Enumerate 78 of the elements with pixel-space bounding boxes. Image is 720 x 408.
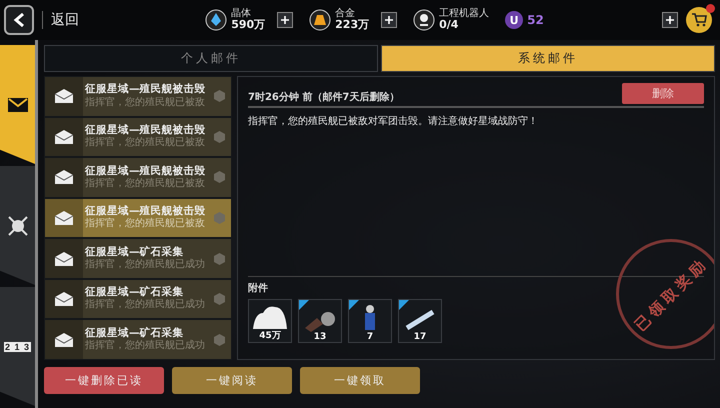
- open-envelope-icon: [54, 169, 74, 186]
- attachment-count: 13: [314, 332, 326, 342]
- envelope-icon: [8, 98, 28, 112]
- mail-title: 征服星域—殖民舰被击毁: [85, 83, 206, 96]
- mail-preview: 指挥官，您的殖民舰已被敌: [85, 137, 206, 150]
- cube-icon: [214, 171, 225, 184]
- back-button[interactable]: [4, 5, 34, 35]
- add-button[interactable]: [662, 12, 678, 28]
- cube-icon: [214, 334, 225, 346]
- action-button[interactable]: 一键删除已读: [44, 367, 164, 394]
- attachment-count: 17: [414, 332, 426, 342]
- resource-label: 晶体: [231, 8, 252, 20]
- ingot-icon: [309, 9, 332, 31]
- robot-icon: [413, 9, 436, 31]
- mail-item[interactable]: 征服星域—殖民舰被击毁 指挥官，您的殖民舰已被敌: [45, 158, 231, 197]
- mail-preview: 指挥官，您的殖民舰已成功: [85, 340, 206, 353]
- mail-title: 征服星域—殖民舰被击毁: [85, 164, 206, 178]
- cart-icon: [691, 13, 708, 27]
- mail-title: 征服星域—殖民舰被击毁: [85, 124, 206, 136]
- mail-preview: 指挥官，您的殖民舰已被敌: [85, 96, 206, 110]
- claimed-stamp: 已领取奖励: [616, 239, 714, 349]
- attachment-item[interactable]: 13: [298, 299, 342, 343]
- mail-title: 征服星域—殖民舰被击毁: [85, 205, 206, 218]
- plus-icon: [280, 15, 290, 25]
- mail-time: 7时26分钟 前（邮件7天后删除）: [248, 90, 400, 104]
- attachment-item[interactable]: 17: [398, 299, 442, 343]
- cube-icon: [214, 90, 225, 102]
- mail-preview: 指挥官，您的殖民舰已被敌: [85, 218, 206, 231]
- cube-icon: [214, 212, 225, 224]
- resource-label: 合金: [335, 8, 356, 20]
- attachment-item[interactable]: 7: [348, 299, 392, 343]
- plus-icon: [384, 15, 394, 25]
- side-tab[interactable]: 2 1 3: [0, 287, 35, 406]
- attachment-count: 45万: [259, 330, 281, 342]
- crystal-icon: [205, 9, 228, 31]
- podium-digits: 2 1 3: [4, 342, 32, 352]
- open-envelope-icon: [54, 210, 74, 226]
- mail-title: 征服星域—矿石采集: [85, 286, 184, 298]
- resource-value: 223万: [335, 19, 370, 32]
- add-button[interactable]: [277, 12, 294, 28]
- add-button[interactable]: [381, 12, 398, 28]
- capsule-rod-icon: [403, 308, 437, 332]
- open-envelope-icon: [54, 332, 74, 348]
- mail-preview: 指挥官，您的殖民舰已成功: [85, 258, 206, 272]
- open-envelope-icon: [54, 291, 74, 308]
- open-envelope-icon: [54, 88, 74, 104]
- resource-value: 590万: [231, 19, 266, 32]
- currency-coin-icon: U: [505, 11, 524, 29]
- back-label[interactable]: 返回: [42, 11, 79, 29]
- mail-item[interactable]: 征服星域—矿石采集 指挥官，您的殖民舰已成功: [45, 320, 231, 360]
- mail-title: 征服星域—矿石采集: [85, 326, 184, 340]
- resource-value: 0/4: [439, 19, 460, 32]
- mail-item[interactable]: 征服星域—殖民舰被击毁 指挥官，您的殖民舰已被敌: [45, 198, 231, 238]
- open-envelope-icon: [54, 128, 74, 145]
- mail-tab[interactable]: 系统邮件: [381, 45, 715, 72]
- mail-tab[interactable]: 个人邮件: [44, 45, 378, 72]
- cube-icon: [214, 252, 225, 265]
- mail-title: 征服星域—矿石采集: [85, 246, 184, 258]
- cube-icon: [214, 130, 225, 143]
- mail-preview: 指挥官，您的殖民舰已被敌: [85, 178, 206, 190]
- resource-label: 工程机器人: [439, 8, 490, 20]
- side-tab[interactable]: [0, 166, 35, 285]
- shop-cart-button[interactable]: [686, 7, 712, 33]
- cube-icon: [214, 293, 225, 306]
- mail-body: 指挥官，您的殖民舰已被敌对军团击毁。请注意做好星域战防守！: [248, 114, 539, 128]
- mail-preview: 指挥官，您的殖民舰已成功: [85, 299, 206, 312]
- attachment-item[interactable]: 45万: [248, 299, 292, 343]
- mail-item[interactable]: 征服星域—矿石采集 指挥官，您的殖民舰已成功: [45, 280, 231, 318]
- mail-item[interactable]: 征服星域—殖民舰被击毁 指挥官，您的殖民舰已被敌: [45, 118, 231, 156]
- attachment-count: 7: [366, 332, 374, 342]
- side-tab[interactable]: [0, 45, 35, 164]
- open-envelope-icon: [54, 250, 74, 267]
- plus-icon: [665, 15, 676, 25]
- ore-chunks-icon: [303, 310, 337, 332]
- mail-item[interactable]: 征服星域—矿石采集 指挥官，您的殖民舰已成功: [45, 239, 231, 278]
- soldier-figure-icon: [362, 304, 378, 332]
- mail-item[interactable]: 征服星域—殖民舰被击毁 指挥官，您的殖民舰已被敌: [45, 77, 231, 116]
- currency-value: 52: [527, 13, 544, 27]
